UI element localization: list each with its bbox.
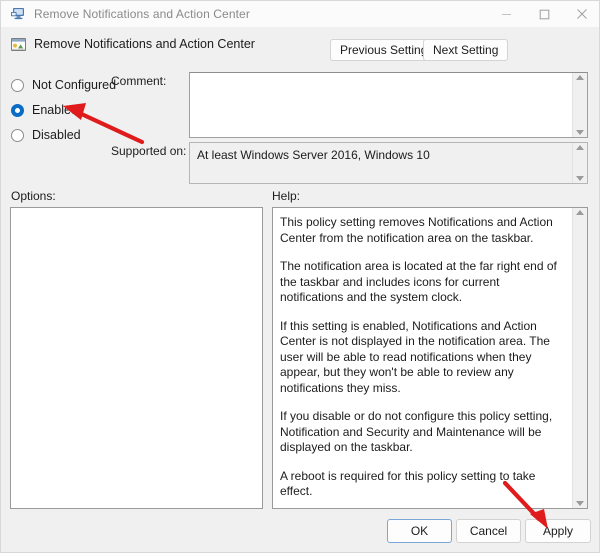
supported-on-value: At least Windows Server 2016, Windows 10 [190,143,572,183]
scroll-up-icon[interactable] [576,75,584,80]
scroll-down-icon[interactable] [576,176,584,181]
page-title: Remove Notifications and Action Center [34,37,255,51]
comment-scrollbar[interactable] [572,73,587,137]
help-paragraph: If you disable or do not configure this … [280,409,563,456]
radio-label-disabled: Disabled [32,128,81,142]
maximize-icon[interactable] [525,1,563,27]
radio-disabled[interactable]: Disabled [11,127,81,143]
title-bar: Remove Notifications and Action Center [1,1,600,27]
scroll-down-icon[interactable] [576,130,584,135]
radio-mark-disabled [11,129,24,142]
next-setting-button[interactable]: Next Setting [423,39,508,61]
scroll-up-icon[interactable] [576,210,584,215]
computer-policy-icon [10,6,26,22]
comment-textbox[interactable] [189,72,588,138]
policy-setting-icon [10,36,27,53]
radio-not-configured[interactable]: Not Configured [11,77,116,93]
options-label: Options: [11,189,56,203]
supported-on-textbox: At least Windows Server 2016, Windows 10 [189,142,588,184]
options-panel[interactable] [10,207,263,509]
scroll-up-icon[interactable] [576,145,584,150]
help-text: This policy setting removes Notification… [273,208,572,508]
comment-value[interactable] [190,73,572,137]
scroll-down-icon[interactable] [576,501,584,506]
group-policy-setting-dialog: Remove Notifications and Action Center R… [0,0,600,553]
help-paragraph: The notification area is located at the … [280,259,563,306]
comment-label: Comment: [111,74,166,88]
help-panel[interactable]: This policy setting removes Notification… [272,207,588,509]
close-icon[interactable] [563,1,600,27]
supported-on-scrollbar[interactable] [572,143,587,183]
title-bar-text: Remove Notifications and Action Center [34,7,250,21]
window-controls [487,1,600,27]
help-label: Help: [272,189,300,203]
radio-mark-enabled [11,104,24,117]
help-paragraph: A reboot is required for this policy set… [280,469,563,500]
minimize-icon[interactable] [487,1,525,27]
help-paragraph: If this setting is enabled, Notification… [280,319,563,397]
help-scrollbar[interactable] [572,208,587,508]
help-paragraph: This policy setting removes Notification… [280,215,563,246]
supported-on-label: Supported on: [111,144,186,158]
radio-enabled[interactable]: Enabled [11,102,78,118]
radio-label-enabled: Enabled [32,103,78,117]
radio-label-not-configured: Not Configured [32,78,116,92]
apply-button[interactable]: Apply [525,519,591,543]
radio-mark-not-configured [11,79,24,92]
previous-setting-button[interactable]: Previous Setting [330,39,437,61]
ok-button[interactable]: OK [387,519,452,543]
cancel-button[interactable]: Cancel [456,519,521,543]
